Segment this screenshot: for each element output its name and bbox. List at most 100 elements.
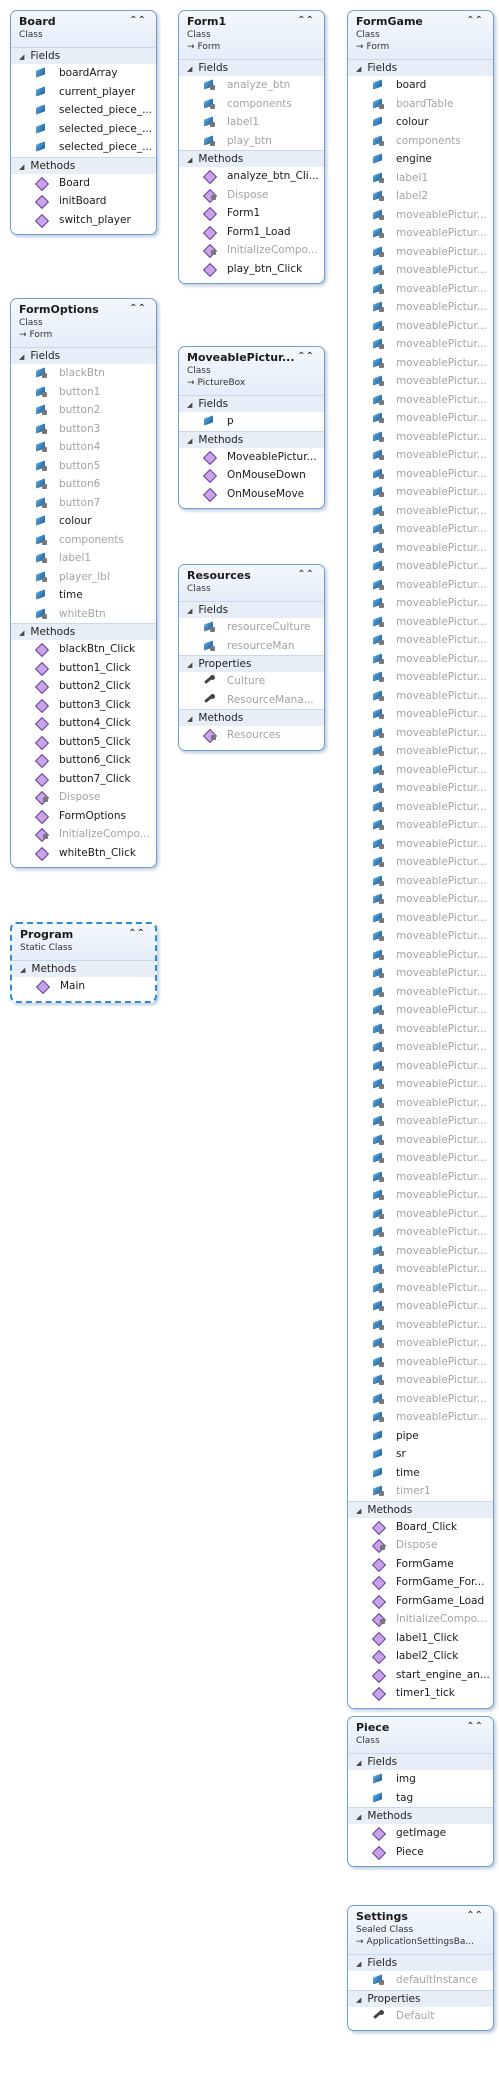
member-row[interactable]: player_lbl [11, 568, 156, 587]
member-row[interactable]: label2_Click [348, 1647, 493, 1666]
member-row[interactable]: moveablePictur... [348, 261, 493, 280]
member-row[interactable]: tag [348, 1789, 493, 1808]
member-row[interactable]: moveablePictur... [348, 1057, 493, 1076]
collapse-chevron-icon[interactable]: ⌃⌃ [129, 303, 146, 314]
expand-triangle-icon[interactable]: ◢ [187, 437, 192, 445]
member-row[interactable]: whiteBtn_Click [11, 844, 156, 863]
expand-triangle-icon[interactable]: ◢ [356, 65, 361, 73]
member-row[interactable]: play_btn_Click [179, 260, 324, 279]
member-row[interactable]: moveablePictur... [348, 1168, 493, 1187]
member-row[interactable]: button6_Click [11, 751, 156, 770]
member-row[interactable]: resourceMan [179, 637, 324, 656]
member-row[interactable]: Form1_Load [179, 223, 324, 242]
member-row[interactable]: moveablePictur... [348, 1297, 493, 1316]
member-row[interactable]: button5_Click [11, 733, 156, 752]
member-row[interactable]: moveablePictur... [348, 1131, 493, 1150]
member-row[interactable]: moveablePictur... [348, 594, 493, 613]
collapse-chevron-icon[interactable]: ⌃⌃ [466, 15, 483, 26]
member-row[interactable]: moveablePictur... [348, 539, 493, 558]
member-row[interactable]: FormGame_For... [348, 1573, 493, 1592]
member-row[interactable]: moveablePictur... [348, 927, 493, 946]
class-header[interactable]: Program Static Class ⌃⌃ [12, 924, 155, 960]
collapse-chevron-icon[interactable]: ⌃⌃ [297, 351, 314, 362]
section-header-fields[interactable]: ◢ Fields [348, 1954, 493, 1971]
member-row[interactable]: moveablePictur... [348, 243, 493, 262]
member-row[interactable]: moveablePictur... [348, 1334, 493, 1353]
member-row[interactable]: timer1 [348, 1482, 493, 1501]
member-row[interactable]: moveablePictur... [348, 650, 493, 669]
member-row[interactable]: InitializeCompo... [348, 1610, 493, 1629]
member-row[interactable]: InitializeCompo... [179, 241, 324, 260]
member-row[interactable]: moveablePictur... [348, 724, 493, 743]
member-row[interactable]: pipe [348, 1427, 493, 1446]
collapse-chevron-icon[interactable]: ⌃⌃ [128, 928, 145, 939]
member-row[interactable]: moveablePictur... [348, 816, 493, 835]
member-row[interactable]: moveablePictur... [348, 964, 493, 983]
member-row[interactable]: sr [348, 1445, 493, 1464]
class-box-formoptions[interactable]: FormOptions Class → Form ⌃⌃ ◢ Fields blackBtn bu… [10, 298, 157, 868]
member-row[interactable]: board [348, 76, 493, 95]
member-row[interactable]: moveablePictur... [348, 1260, 493, 1279]
member-row[interactable]: moveablePictur... [348, 1371, 493, 1390]
member-row[interactable]: moveablePictur... [348, 668, 493, 687]
member-row[interactable]: timer1_tick [348, 1684, 493, 1703]
member-row[interactable]: moveablePictur... [348, 1223, 493, 1242]
member-row[interactable]: moveablePictur... [348, 520, 493, 539]
member-row[interactable]: button1_Click [11, 659, 156, 678]
member-row[interactable]: moveablePictur... [348, 502, 493, 521]
class-header[interactable]: Form1 Class → Form ⌃⌃ [179, 11, 324, 59]
member-row[interactable]: components [11, 531, 156, 550]
expand-triangle-icon[interactable]: ◢ [187, 607, 192, 615]
member-row[interactable]: moveablePictur... [348, 298, 493, 317]
member-row[interactable]: moveablePictur... [348, 206, 493, 225]
member-row[interactable]: moveablePictur... [348, 1353, 493, 1372]
member-row[interactable]: FormGame [348, 1555, 493, 1574]
member-row[interactable]: moveablePictur... [348, 909, 493, 928]
member-row[interactable]: img [348, 1770, 493, 1789]
member-row[interactable]: ResourceMana... [179, 691, 324, 710]
collapse-chevron-icon[interactable]: ⌃⌃ [466, 1721, 483, 1732]
member-row[interactable]: moveablePictur... [348, 557, 493, 576]
member-row[interactable]: moveablePictur... [348, 1075, 493, 1094]
member-row[interactable]: InitializeCompo... [11, 825, 156, 844]
member-row[interactable]: resourceCulture [179, 618, 324, 637]
member-row[interactable]: Main [12, 977, 155, 996]
class-box-settings[interactable]: Settings Sealed Class → ApplicationSettings… [347, 1905, 494, 2031]
member-row[interactable]: moveablePictur... [348, 224, 493, 243]
member-row[interactable]: time [11, 586, 156, 605]
class-box-program[interactable]: Program Static Class ⌃⌃ ◢ Methods Main [10, 922, 157, 1003]
member-row[interactable]: moveablePictur... [348, 798, 493, 817]
member-row[interactable]: moveablePictur... [348, 465, 493, 484]
member-row[interactable]: moveablePictur... [348, 1242, 493, 1261]
member-row[interactable]: button4 [11, 438, 156, 457]
member-row[interactable]: moveablePictur... [348, 409, 493, 428]
section-header-methods[interactable]: ◢ Methods [348, 1500, 493, 1518]
expand-triangle-icon[interactable]: ◢ [187, 401, 192, 409]
member-row[interactable]: boardTable [348, 95, 493, 114]
member-row[interactable]: moveablePictur... [348, 946, 493, 965]
class-header[interactable]: FormOptions Class → Form ⌃⌃ [11, 299, 156, 347]
member-row[interactable]: label1_Click [348, 1629, 493, 1648]
member-row[interactable]: FormOptions [11, 807, 156, 826]
member-row[interactable]: button2_Click [11, 677, 156, 696]
member-row[interactable]: label2 [348, 187, 493, 206]
class-box-resources[interactable]: Resources Class ⌃⌃ ◢ Fields resourceCulture re… [178, 564, 325, 751]
member-row[interactable]: label1 [348, 169, 493, 188]
class-header[interactable]: Piece Class ⌃⌃ [348, 1717, 493, 1753]
member-row[interactable]: label1 [11, 549, 156, 568]
class-box-form1[interactable]: Form1 Class → Form ⌃⌃ ◢ Fields analyze_btn compo… [178, 10, 325, 284]
member-row[interactable]: moveablePictur... [348, 1094, 493, 1113]
member-row[interactable]: selected_piece_... [11, 120, 156, 139]
member-row[interactable]: moveablePictur... [348, 280, 493, 299]
expand-triangle-icon[interactable]: ◢ [187, 715, 192, 723]
member-row[interactable]: moveablePictur... [348, 742, 493, 761]
section-header-fields[interactable]: ◢ Fields [11, 347, 156, 364]
member-row[interactable]: selected_piece_... [11, 101, 156, 120]
expand-triangle-icon[interactable]: ◢ [187, 65, 192, 73]
section-header-methods[interactable]: ◢ Methods [12, 960, 155, 977]
member-row[interactable]: moveablePictur... [348, 1112, 493, 1131]
member-row[interactable]: button5 [11, 457, 156, 476]
member-row[interactable]: defaultInstance [348, 1971, 493, 1990]
member-row[interactable]: blackBtn [11, 364, 156, 383]
member-row[interactable]: whiteBtn [11, 605, 156, 624]
